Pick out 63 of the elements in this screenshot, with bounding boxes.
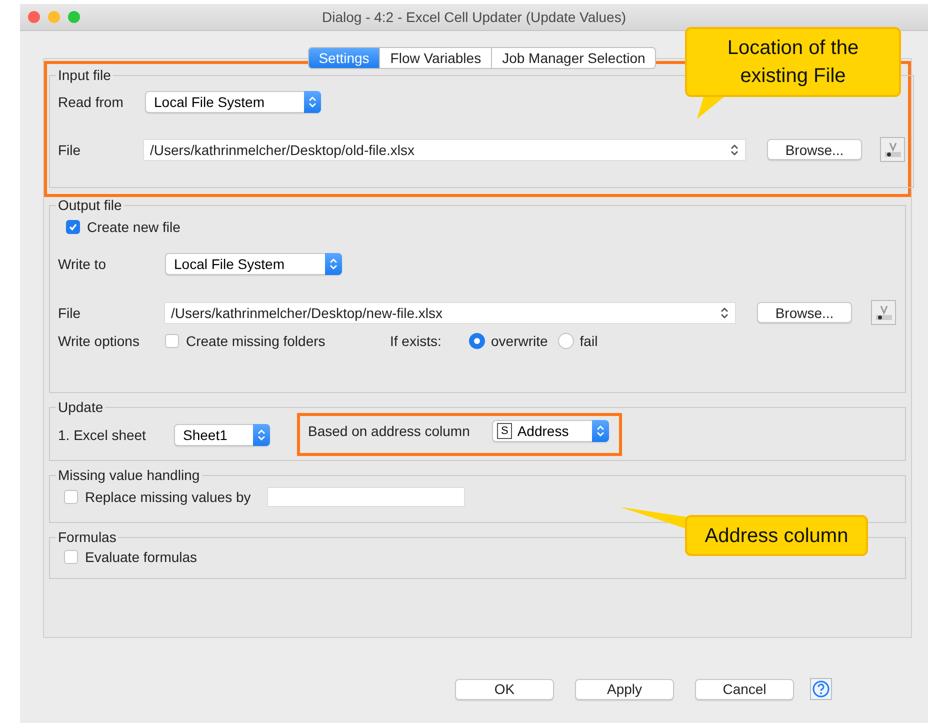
chevron-icon [329,258,338,270]
section-title: Missing value handling [57,467,201,483]
section-title: Output file [57,197,123,213]
field-label: Write options [58,333,140,349]
field-label: 1. Excel sheet [58,426,147,442]
tab[interactable]: Flow Variables [380,47,492,69]
section-title: Input file [57,67,112,83]
help-button[interactable] [810,678,832,700]
checkbox[interactable] [64,550,78,564]
minimize-icon[interactable] [48,11,60,23]
dropdown[interactable]: S Address [492,420,609,442]
chevron-icon [308,96,317,108]
chevron-icon [257,428,266,440]
radio-label: overwrite [491,333,548,349]
dropdown[interactable]: Sheet1 [174,424,270,446]
radio-button[interactable] [558,333,574,349]
variable-toggle-icon [882,140,902,158]
chevron-icon [730,144,739,156]
callout-pointer [619,505,689,531]
window-title: Dialog - 4:2 - Excel Cell Updater (Update Values) [322,9,626,25]
file-path-field[interactable]: /Users/kathrinmelcher/Desktop/old-file.xlsx [143,138,746,160]
dialog-button[interactable]: OK [455,678,554,700]
field-label: File [58,142,82,158]
field-label: Based on address column [308,423,471,439]
help-icon [812,680,830,698]
radio-button[interactable] [469,333,485,349]
column-name: Address [517,423,569,439]
checkbox[interactable] [165,334,179,348]
flow-variable-button[interactable] [871,300,896,325]
file-path-field[interactable]: /Users/kathrinmelcher/Desktop/new-file.xlsx [164,302,736,324]
chevron-icon [596,425,605,437]
dropdown[interactable]: Local File System [165,253,342,275]
checkbox[interactable] [64,490,78,504]
flow-variable-button[interactable] [880,137,905,162]
checkbox-label: Evaluate formulas [85,549,198,565]
file-path: /Users/kathrinmelcher/Desktop/old-file.xlsx [150,142,415,158]
checkbox-label: Replace missing values by [85,489,251,505]
file-path: /Users/kathrinmelcher/Desktop/new-file.xlsx [171,304,443,320]
checkbox-label: Create missing folders [186,333,326,349]
radio-label: fail [580,333,598,349]
variable-toggle-icon [874,304,894,322]
checkbox-label: Create new file [87,219,180,235]
string-type-icon: S [497,423,512,439]
field-label: Read from [58,94,124,110]
field-label: Write to [58,256,107,272]
checkmark-icon [68,222,78,232]
maximize-icon[interactable] [68,11,80,23]
field-label: If exists: [390,333,442,349]
callout: Address column [685,515,868,556]
section-title: Formulas [57,529,118,545]
section-title: Update [57,399,104,415]
replacement-value-field[interactable] [266,487,465,507]
checkbox[interactable] [66,220,80,234]
dialog-button[interactable]: Apply [575,678,674,700]
dialog-button[interactable]: Cancel [695,678,794,700]
browse-button[interactable]: Browse... [767,139,862,160]
dropdown[interactable]: Local File System [145,91,321,113]
close-icon[interactable] [28,11,40,23]
field-label: File [58,304,82,320]
chevron-icon [720,306,729,318]
browse-button[interactable]: Browse... [757,302,852,323]
tab[interactable]: Job Manager Selection [492,47,656,69]
callout: Location of the existing File [685,27,901,97]
